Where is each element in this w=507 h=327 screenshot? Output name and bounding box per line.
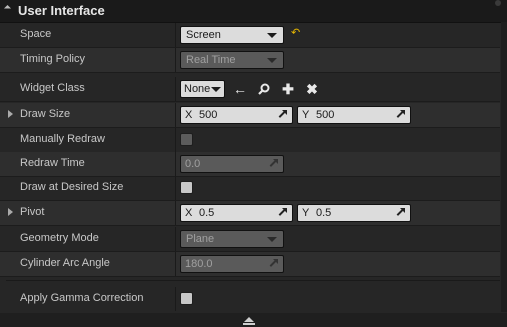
draw-size-x-value: 500 — [199, 109, 218, 121]
pivot-label: Pivot — [20, 206, 45, 218]
timing-policy-label: Timing Policy — [20, 53, 85, 65]
expand-arrow-icon[interactable] — [8, 208, 13, 216]
y-axis-label: Y — [302, 109, 310, 121]
chevron-down-icon — [267, 237, 277, 242]
row-pivot: Pivot X 0.5 Y 0.5 — [0, 201, 500, 226]
timing-policy-dropdown[interactable]: Real Time — [180, 51, 284, 69]
column-divider[interactable] — [175, 252, 176, 276]
cylinder-arc-angle-label: Cylinder Arc Angle — [20, 257, 110, 269]
row-draw-size: Draw Size X 500 Y 500 — [0, 103, 500, 128]
row-redraw-time: Redraw Time 0.0 — [0, 152, 500, 177]
section-divider — [6, 280, 500, 281]
column-divider[interactable] — [175, 77, 176, 101]
row-manually-redraw: Manually Redraw — [0, 128, 500, 153]
draw-at-desired-size-checkbox[interactable] — [180, 181, 193, 194]
redraw-time-value: 0.0 — [185, 158, 201, 170]
x-axis-label: X — [185, 109, 193, 121]
column-divider[interactable] — [175, 287, 176, 311]
manually-redraw-label: Manually Redraw — [20, 133, 105, 145]
x-axis-label: X — [185, 207, 193, 219]
cylinder-arc-angle-field[interactable]: 180.0 — [180, 255, 284, 273]
widget-class-dropdown[interactable]: None — [180, 80, 225, 98]
pivot-x-field[interactable]: X 0.5 — [180, 204, 293, 222]
pivot-x-value: 0.5 — [199, 207, 215, 219]
row-draw-at-desired-size: Draw at Desired Size — [0, 176, 500, 201]
geometry-mode-label: Geometry Mode — [20, 232, 99, 244]
column-divider[interactable] — [175, 152, 176, 176]
geometry-mode-value: Plane — [186, 233, 215, 245]
section-title: User Interface — [18, 3, 105, 18]
drag-handle-icon[interactable] — [269, 259, 278, 268]
column-divider[interactable] — [175, 227, 176, 251]
pivot-y-field[interactable]: Y 0.5 — [297, 204, 411, 222]
row-geometry-mode: Geometry Mode Plane — [0, 227, 500, 252]
chevron-down-icon — [211, 87, 221, 92]
column-divider[interactable] — [175, 128, 176, 152]
redraw-time-field[interactable]: 0.0 — [180, 155, 284, 173]
row-timing-policy: Timing Policy Real Time — [0, 48, 500, 73]
timing-policy-value: Real Time — [186, 54, 236, 66]
apply-gamma-correction-checkbox[interactable] — [180, 292, 193, 305]
redraw-time-label: Redraw Time — [20, 157, 85, 169]
drag-handle-icon[interactable] — [396, 110, 405, 119]
widget-class-value: None — [184, 83, 211, 95]
chevron-down-icon — [267, 33, 277, 38]
row-space: Space Screen ↶ — [0, 23, 500, 48]
row-apply-gamma-correction: Apply Gamma Correction — [0, 287, 500, 311]
draw-size-x-field[interactable]: X 500 — [180, 106, 293, 124]
arrow-left-icon[interactable]: ← — [233, 82, 247, 96]
space-label: Space — [20, 28, 52, 40]
space-dropdown[interactable]: Screen — [180, 26, 284, 44]
draw-size-y-value: 500 — [316, 109, 335, 121]
column-divider[interactable] — [175, 103, 176, 127]
advanced-expander[interactable] — [0, 313, 507, 327]
apply-gamma-correction-label: Apply Gamma Correction — [20, 292, 144, 304]
drag-handle-icon[interactable] — [278, 208, 287, 217]
close-icon[interactable]: ✖ — [305, 82, 319, 96]
draw-size-y-field[interactable]: Y 500 — [297, 106, 411, 124]
geometry-mode-dropdown[interactable]: Plane — [180, 230, 284, 248]
y-axis-label: Y — [302, 207, 310, 219]
space-value: Screen — [186, 29, 221, 41]
column-divider[interactable] — [175, 201, 176, 225]
widget-class-label: Widget Class — [20, 82, 85, 94]
column-divider[interactable] — [175, 176, 176, 200]
search-icon[interactable] — [257, 82, 271, 96]
column-divider[interactable] — [175, 48, 176, 72]
row-widget-class: Widget Class None ← ✚ ✖ — [0, 77, 500, 102]
pivot-y-value: 0.5 — [316, 207, 332, 219]
section-header[interactable]: User Interface — [0, 0, 507, 23]
drag-handle-icon[interactable] — [269, 159, 278, 168]
details-panel: User Interface Space Screen ↶ Timing Pol… — [0, 0, 507, 327]
expand-advanced-bar — [243, 323, 255, 325]
scrollbar-track[interactable] — [501, 22, 507, 312]
column-divider[interactable] — [175, 23, 176, 47]
expand-arrow-icon[interactable] — [8, 110, 13, 118]
draw-at-desired-size-label: Draw at Desired Size — [20, 181, 124, 193]
cylinder-arc-angle-value: 180.0 — [185, 258, 213, 270]
expand-advanced-icon[interactable] — [244, 317, 254, 322]
plus-icon[interactable]: ✚ — [281, 82, 295, 96]
draw-size-label: Draw Size — [20, 108, 71, 120]
collapse-arrow-icon[interactable] — [3, 4, 12, 13]
drag-handle-icon[interactable] — [278, 110, 287, 119]
scrollbar-thumb[interactable] — [495, 0, 501, 6]
chevron-down-icon — [267, 58, 277, 63]
manually-redraw-checkbox[interactable] — [180, 133, 193, 146]
row-cylinder-arc-angle: Cylinder Arc Angle 180.0 — [0, 252, 500, 277]
drag-handle-icon[interactable] — [396, 208, 405, 217]
reset-to-default-icon[interactable]: ↶ — [291, 28, 301, 39]
